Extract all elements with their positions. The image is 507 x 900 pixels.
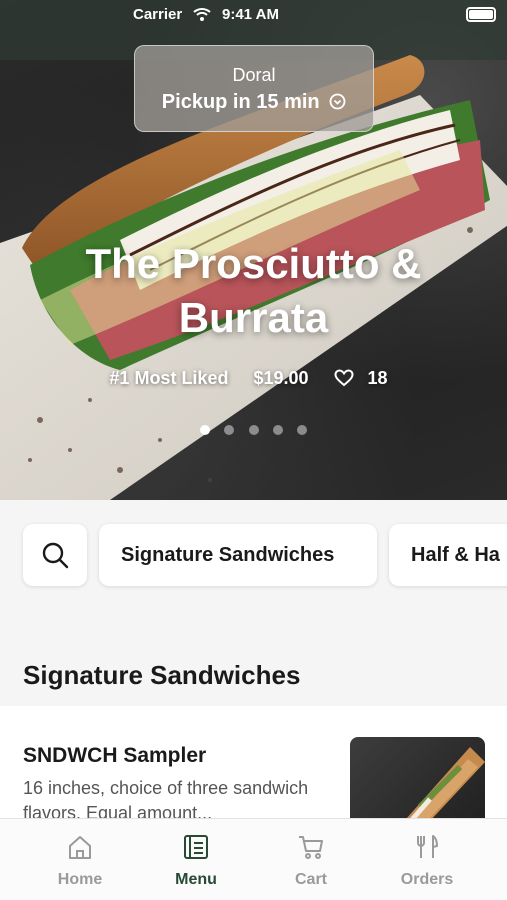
category-filter-bar[interactable]: Signature Sandwiches Half & Ha bbox=[0, 500, 507, 620]
featured-price: $19.00 bbox=[253, 368, 309, 388]
search-button[interactable] bbox=[23, 524, 87, 586]
section-heading: Signature Sandwiches bbox=[23, 660, 301, 690]
heart-icon bbox=[334, 369, 354, 387]
carrier-label: Carrier bbox=[133, 6, 183, 23]
carousel-dot[interactable] bbox=[199, 425, 210, 435]
utensils-icon bbox=[417, 835, 438, 858]
hero-banner[interactable]: Carrier 9:41 AM Doral Pickup in 15 min T… bbox=[0, 0, 507, 500]
clock-time: 9:41 AM bbox=[222, 6, 279, 23]
category-chip-signature-sandwiches[interactable]: Signature Sandwiches bbox=[99, 524, 377, 586]
tab-menu-label: Menu bbox=[175, 871, 217, 888]
pickup-time-row: Pickup in 15 min bbox=[135, 91, 373, 114]
tab-orders-label: Orders bbox=[400, 871, 454, 888]
location-selector[interactable]: Doral Pickup in 15 min bbox=[134, 45, 374, 132]
tab-cart-label: Cart bbox=[294, 871, 327, 888]
battery-icon bbox=[466, 7, 496, 22]
tab-orders[interactable]: Orders bbox=[369, 819, 485, 900]
bottom-tab-bar: Home Menu Cart Orders bbox=[0, 818, 507, 900]
location-name: Doral bbox=[232, 65, 276, 85]
menu-item-name: SNDWCH Sampler bbox=[23, 744, 207, 767]
status-bar: Carrier 9:41 AM bbox=[0, 0, 507, 32]
featured-likes-count: 18 bbox=[367, 368, 388, 388]
carousel-dot[interactable] bbox=[297, 425, 308, 435]
tab-cart[interactable]: Cart bbox=[253, 819, 369, 900]
chevron-down-circle-icon bbox=[329, 93, 346, 110]
featured-item-title: The Prosciutto & Burrata bbox=[85, 240, 422, 341]
carousel-indicator[interactable] bbox=[0, 422, 507, 440]
tab-home-label: Home bbox=[57, 871, 103, 888]
carousel-dot[interactable] bbox=[272, 425, 283, 435]
home-icon bbox=[69, 836, 91, 859]
menu-book-icon bbox=[184, 835, 208, 859]
featured-item-meta: #1 Most Liked $19.00 18 bbox=[0, 368, 507, 389]
pickup-time-label: Pickup in 15 min bbox=[161, 91, 320, 113]
wifi-icon bbox=[193, 8, 211, 21]
category-chip-half-and-half[interactable]: Half & Ha bbox=[389, 524, 507, 586]
cart-icon bbox=[299, 836, 323, 859]
tab-menu[interactable]: Menu bbox=[138, 819, 254, 900]
featured-likes: 18 bbox=[334, 368, 398, 388]
carousel-dot[interactable] bbox=[224, 425, 235, 435]
tab-home[interactable]: Home bbox=[22, 819, 138, 900]
carousel-dot[interactable] bbox=[248, 425, 259, 435]
featured-badge: #1 Most Liked bbox=[109, 368, 229, 388]
search-icon bbox=[42, 542, 69, 569]
